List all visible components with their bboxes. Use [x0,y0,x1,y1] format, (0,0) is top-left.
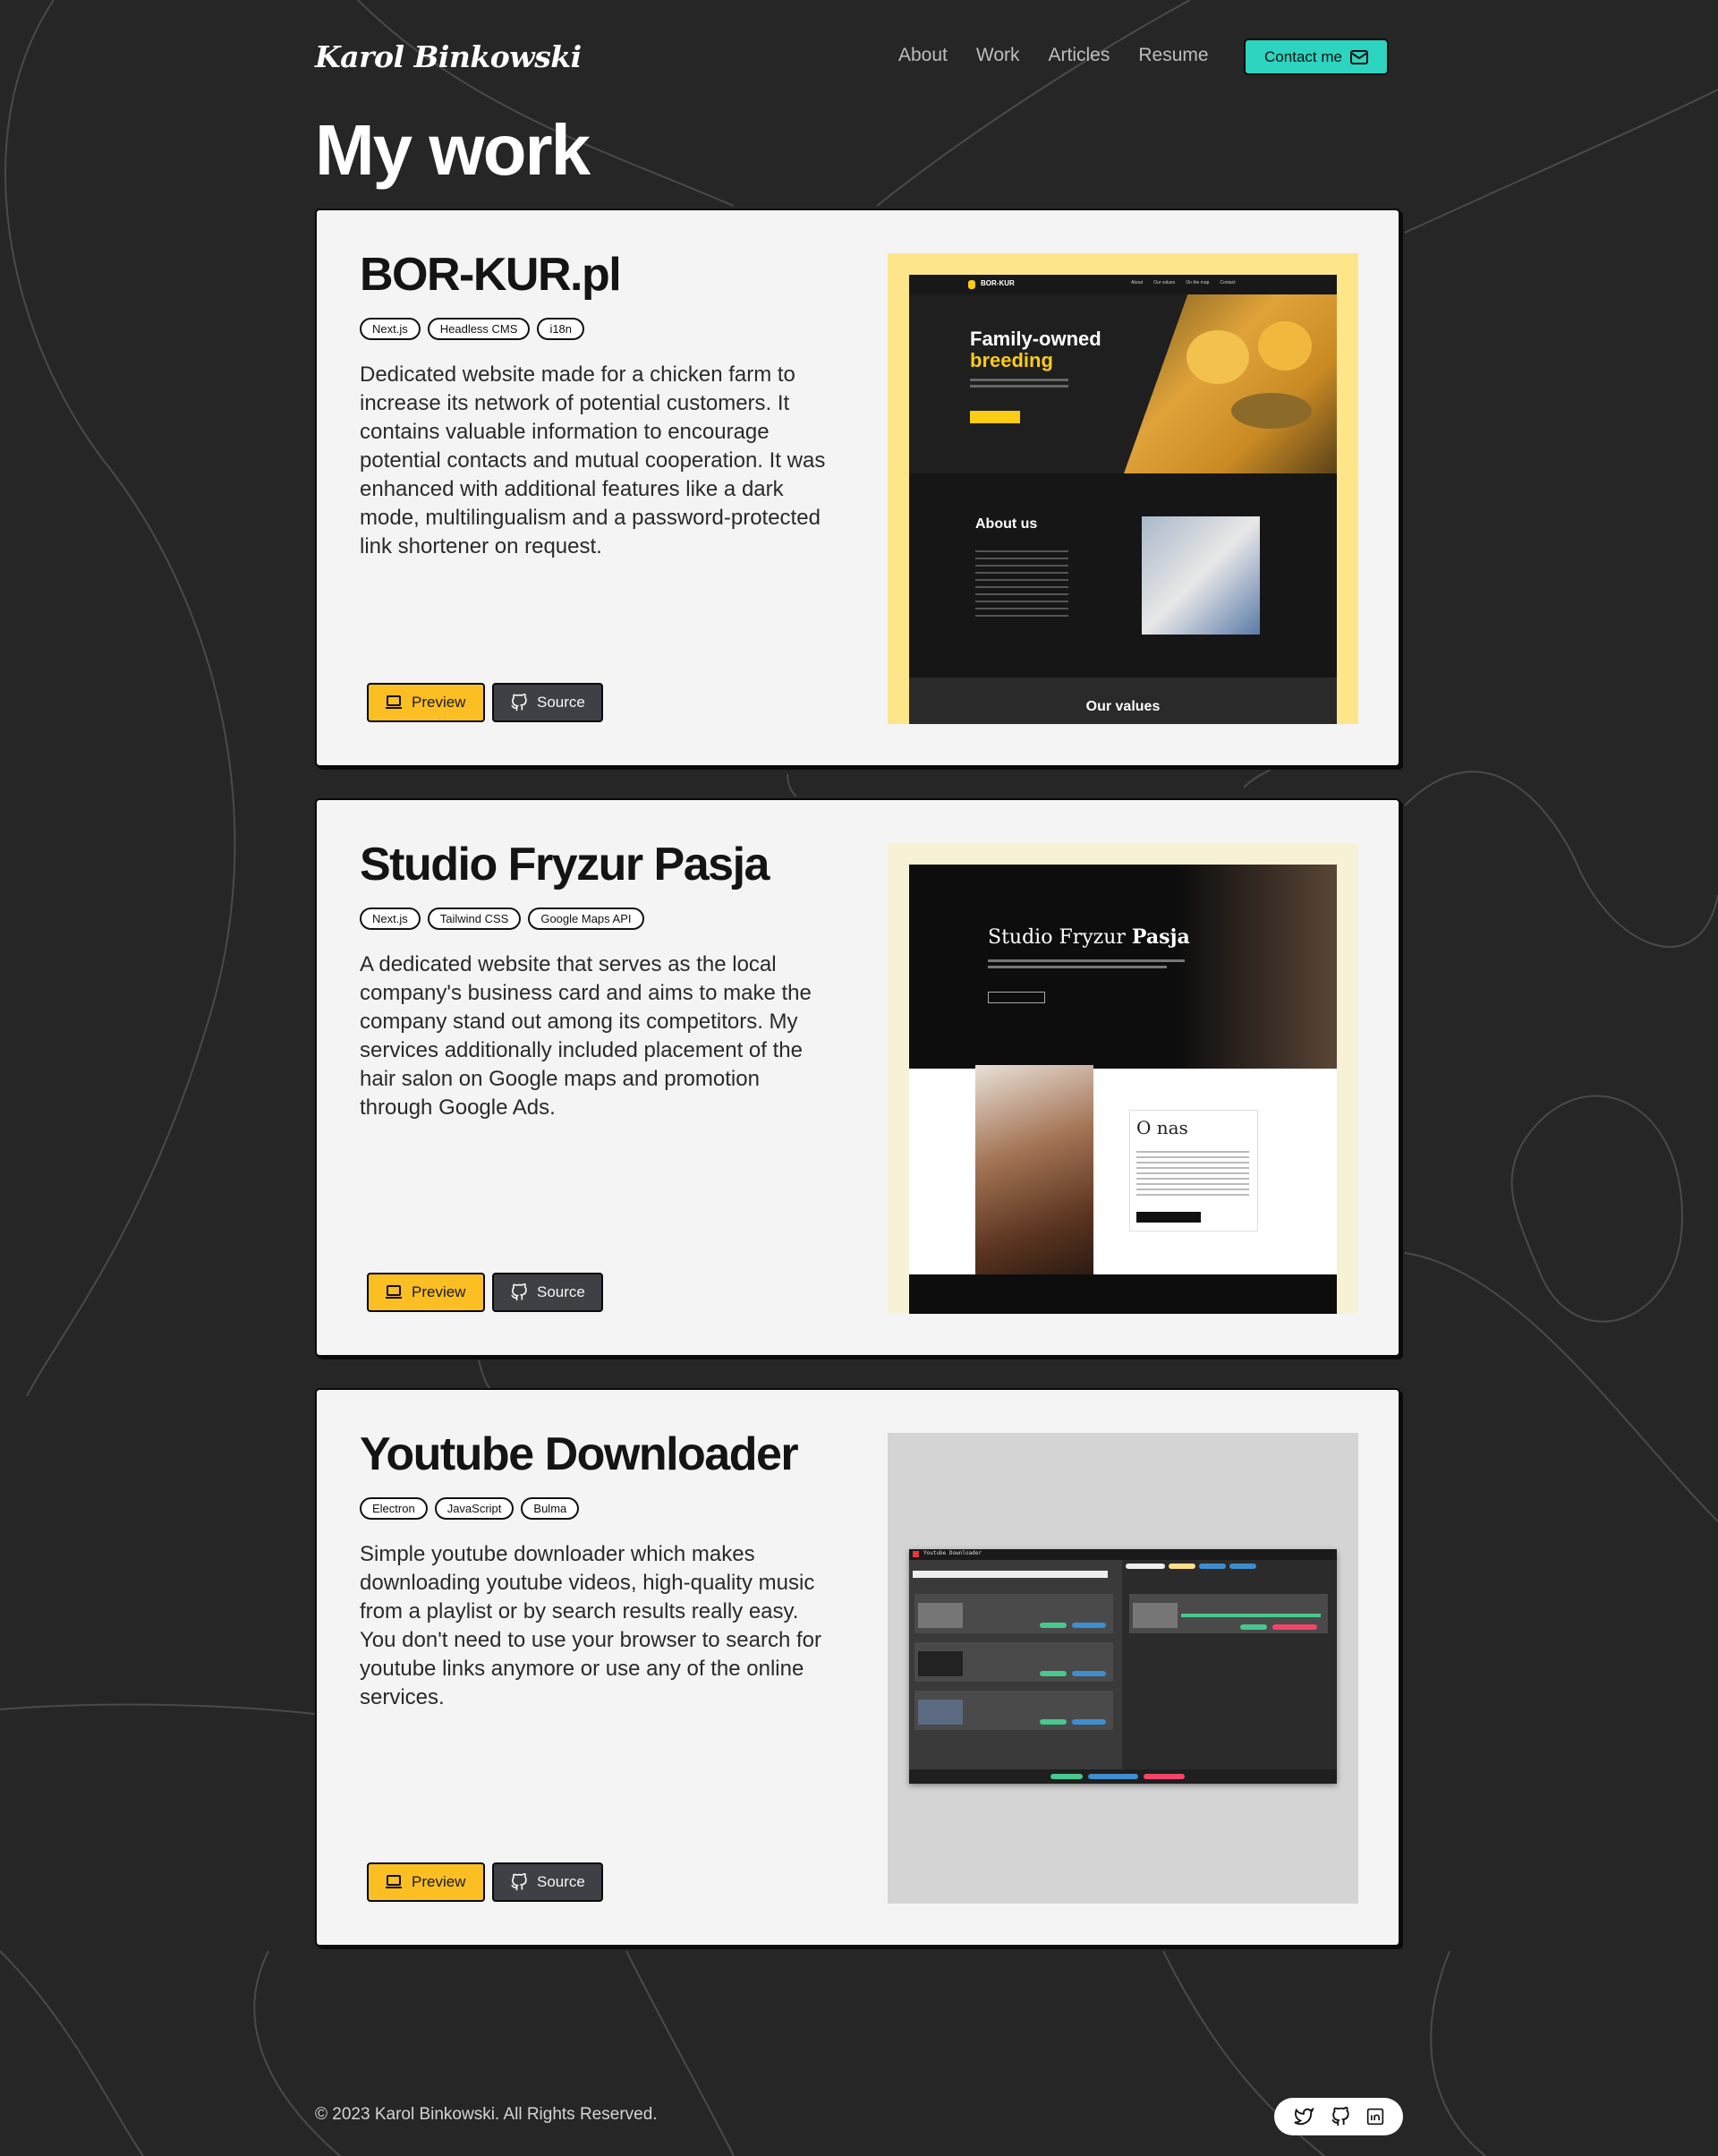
preview-button[interactable]: Preview [367,1273,485,1312]
farmers-photo [1142,516,1260,635]
app-icon [913,1551,919,1557]
preview-label: Preview [412,1873,466,1890]
project-card-studio-fryzur: Studio Fryzur Pasja Next.js Tailwind CSS… [315,798,1400,1357]
nav-articles[interactable]: Articles [1049,45,1110,66]
tech-tag: Next.js [360,318,421,340]
tech-tag: Next.js [360,908,421,930]
project-title: Youtube Downloader [360,1428,799,1480]
source-button[interactable]: Source [492,1862,603,1902]
tech-tag: Tailwind CSS [427,908,522,930]
preview-button[interactable]: Preview [367,1862,485,1902]
tech-tag: Electron [360,1497,428,1520]
tech-tag: Headless CMS [427,318,531,340]
screenshot-frame: BOR-KUR About Our values On the map Cont… [909,275,1337,724]
screenshot-about-title: About us [975,516,1038,532]
screenshot-values-title: Our values [1085,699,1161,714]
chicks-photo [1124,294,1337,473]
screenshot-about-cta [1136,1212,1201,1223]
contact-me-label: Contact me [1264,47,1342,65]
project-description: A dedicated website that serves as the l… [360,952,812,1120]
screenshot-hero-title: Studio Fryzur Pasja [988,925,1190,949]
mail-icon [1349,49,1368,64]
source-label: Source [537,694,585,711]
source-label: Source [537,1873,585,1890]
screenshot-footer [909,1274,1337,1314]
github-icon[interactable] [1331,2107,1350,2126]
tech-tags: Next.js Tailwind CSS Google Maps API [360,908,644,930]
screenshot-about-section [909,1069,1337,1274]
app-bottom-bar [909,1769,1337,1784]
page-title: My work [315,110,591,190]
tech-tags: Electron JavaScript Bulma [360,1497,580,1520]
nav-about[interactable]: About [898,45,948,66]
project-description: Dedicated website made for a chicken far… [360,362,826,558]
queue-item [1129,1594,1328,1633]
screenshot-cta [988,992,1045,1003]
result-item [914,1691,1113,1730]
screenshot-about-section [909,473,1337,677]
site-logo[interactable]: Karol Binkowski [315,39,582,74]
project-card-youtube-downloader: Youtube Downloader Electron JavaScript B… [315,1388,1400,1947]
preview-label: Preview [412,1283,466,1300]
project-title: BOR-KUR.pl [360,249,622,301]
nav-resume[interactable]: Resume [1138,45,1208,66]
screenshot-hero-line1: Family-owned [970,328,1101,350]
project-title: Studio Fryzur Pasja [360,839,770,891]
screenshot-about-text [1136,1147,1249,1197]
result-item [914,1642,1113,1682]
screenshot-nav-item: About [1131,280,1144,285]
screenshot-nav: About Our values On the map Contact [1131,280,1236,285]
screenshot-about-title: O nas [1136,1117,1188,1138]
main-nav: About Work Articles Resume [898,45,1237,66]
screenshot-text-line [970,385,1068,388]
source-button[interactable]: Source [492,683,603,722]
app-title: Youtube Downloader [923,1550,982,1556]
tech-tags: Next.js Headless CMS i18n [360,318,585,340]
app-search-input [913,1571,1108,1578]
github-icon [511,694,527,712]
preview-label: Preview [412,694,466,711]
screenshot-text-line [988,959,1185,962]
project-screenshot[interactable]: Youtube Downloader [888,1433,1358,1904]
tech-tag: i18n [537,318,585,340]
screenshot-nav-item: Our values [1153,280,1176,285]
project-screenshot[interactable]: Studio Fryzur Pasja O nas [888,843,1358,1314]
copyright-text: © 2023 Karol Binkowski. All Rights Reser… [315,2105,658,2124]
preview-button[interactable]: Preview [367,683,485,722]
quality-options [1126,1564,1256,1569]
tech-tag: JavaScript [434,1497,515,1520]
twitter-icon[interactable] [1293,2107,1314,2126]
project-screenshot[interactable]: BOR-KUR About Our values On the map Cont… [888,253,1358,724]
hair-photo [975,1065,1093,1276]
source-label: Source [537,1283,585,1300]
project-description: Simple youtube downloader which makes do… [360,1542,822,1709]
result-item [914,1594,1113,1633]
source-button[interactable]: Source [492,1273,603,1312]
screenshot-nav-item: Contact [1220,280,1236,285]
github-icon [511,1283,527,1301]
laptop-icon [386,1875,402,1888]
chick-logo-icon [968,280,975,289]
screenshot-brand: BOR-KUR [981,279,1015,287]
nav-work[interactable]: Work [976,45,1020,66]
screenshot-text-line [970,379,1068,381]
screenshot-text-line [988,966,1167,968]
salon-photo [1178,865,1337,1069]
social-links [1274,2098,1403,2135]
laptop-icon [386,695,402,709]
screenshot-nav-item: On the map [1186,280,1210,285]
linkedin-icon[interactable] [1366,2108,1384,2126]
screenshot-about-text [975,545,1068,622]
screenshot-cta [970,411,1020,423]
github-icon [511,1873,527,1891]
contact-me-button[interactable]: Contact me [1244,38,1389,75]
tech-tag: Bulma [521,1497,580,1520]
laptop-icon [386,1285,402,1299]
screenshot-hero-line2: breeding [970,349,1053,371]
tech-tag: Google Maps API [528,908,644,930]
app-window: Youtube Downloader [909,1549,1337,1784]
project-card-borkur: BOR-KUR.pl Next.js Headless CMS i18n Ded… [315,209,1400,767]
screenshot-frame: Studio Fryzur Pasja O nas [909,865,1337,1314]
